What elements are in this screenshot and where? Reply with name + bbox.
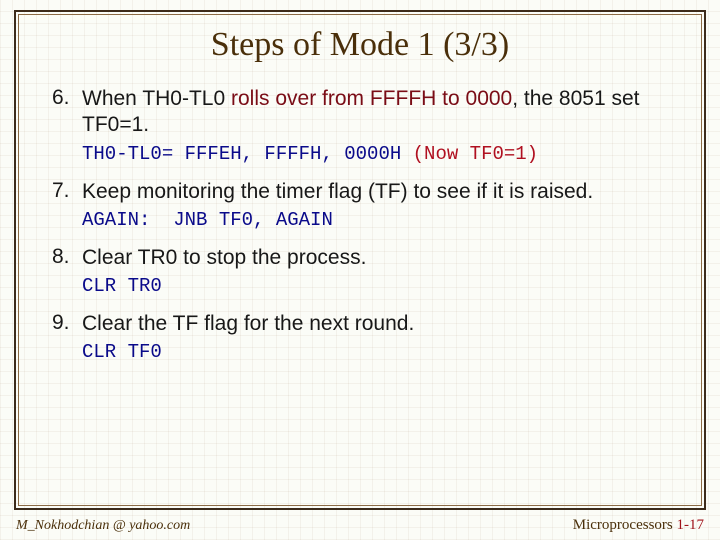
step-code: AGAIN: JNB TF0, AGAIN: [82, 209, 674, 231]
page-number: 1-17: [677, 517, 705, 533]
step-text: Clear TR0 to stop the process.: [82, 246, 366, 269]
code-plain: TH0-TL0= FFFEH, FFFFH, 0000H: [82, 143, 413, 165]
footer-page: Microprocessors 1-17: [573, 517, 704, 534]
step-body: Clear the TF flag for the next round. CL…: [82, 311, 674, 371]
step-number: 8.: [52, 245, 78, 269]
step-7: 7. Keep monitoring the timer flag (TF) t…: [52, 179, 678, 239]
footer-author: M_Nokhodchian @ yahoo.com: [16, 518, 190, 534]
step-code: CLR TF0: [82, 341, 674, 363]
step-code: CLR TR0: [82, 275, 674, 297]
code-plain: AGAIN: JNB TF0, AGAIN: [82, 209, 333, 231]
code-highlight: (Now TF0=1): [413, 143, 538, 165]
step-text: Keep monitoring the timer flag (TF) to s…: [82, 180, 593, 203]
step-text-pre: When TH0-TL0: [82, 87, 231, 110]
step-number: 6.: [52, 86, 78, 110]
step-text-pre: Clear TR0 to stop the process.: [82, 246, 366, 269]
code-plain: CLR TR0: [82, 275, 162, 297]
step-number: 7.: [52, 179, 78, 203]
step-text: Clear the TF flag for the next round.: [82, 312, 414, 335]
step-9: 9. Clear the TF flag for the next round.…: [52, 311, 678, 371]
step-6: 6. When TH0-TL0 rolls over from FFFFH to…: [52, 86, 678, 173]
slide-title: Steps of Mode 1 (3/3): [42, 26, 678, 64]
step-number: 9.: [52, 311, 78, 335]
step-text-pre: Keep monitoring the timer flag (TF) to s…: [82, 180, 593, 203]
step-body: Keep monitoring the timer flag (TF) to s…: [82, 179, 674, 239]
step-8: 8. Clear TR0 to stop the process. CLR TR…: [52, 245, 678, 305]
footer-label: Microprocessors: [573, 517, 677, 533]
steps-list: 6. When TH0-TL0 rolls over from FFFFH to…: [42, 86, 678, 371]
step-text-highlight: rolls over from FFFFH to 0000: [231, 87, 512, 110]
code-plain: CLR TF0: [82, 341, 162, 363]
step-text: When TH0-TL0 rolls over from FFFFH to 00…: [82, 87, 640, 136]
step-body: Clear TR0 to stop the process. CLR TR0: [82, 245, 674, 305]
slide: Steps of Mode 1 (3/3) 6. When TH0-TL0 ro…: [0, 0, 720, 540]
slide-content: Steps of Mode 1 (3/3) 6. When TH0-TL0 ro…: [26, 20, 694, 500]
step-text-pre: Clear the TF flag for the next round.: [82, 312, 414, 335]
step-code: TH0-TL0= FFFEH, FFFFH, 0000H (Now TF0=1): [82, 143, 674, 165]
step-body: When TH0-TL0 rolls over from FFFFH to 00…: [82, 86, 674, 173]
